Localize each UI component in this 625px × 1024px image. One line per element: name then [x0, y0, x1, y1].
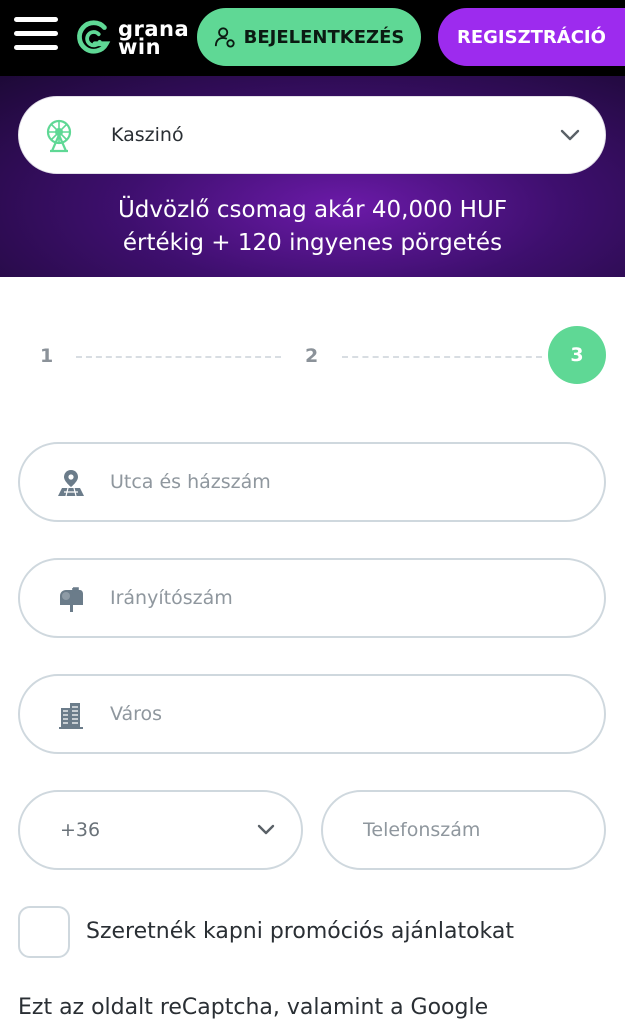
- city-field: [18, 674, 606, 754]
- promo-checkbox-label[interactable]: Szeretnék kapni promóciós ajánlatokat: [86, 919, 514, 944]
- building-icon: [59, 703, 83, 729]
- phone-prefix-value: +36: [60, 819, 101, 841]
- step-1: 1: [40, 345, 54, 367]
- ferris-wheel-icon: [46, 119, 72, 153]
- phone-prefix-dropdown[interactable]: +36: [18, 790, 303, 870]
- promo-checkbox[interactable]: [18, 906, 70, 958]
- recaptcha-notice: Ezt az oldalt reCaptcha, valamint a Goog…: [18, 995, 489, 1020]
- step-2: 2: [305, 345, 319, 367]
- logo[interactable]: grana win: [74, 14, 189, 62]
- top-bar: grana win BEJELENTKEZÉS REGISZTRÁCIÓ: [0, 0, 625, 76]
- hamburger-icon[interactable]: [14, 17, 58, 57]
- login-label: BEJELENTKEZÉS: [243, 26, 405, 48]
- step-connector-2: [342, 356, 542, 358]
- step-connector-1: [76, 356, 281, 358]
- hero-banner: Kaszinó Üdvözlő csomag akár 40,000 HUF é…: [0, 76, 625, 277]
- street-field: [18, 442, 606, 522]
- logo-mark-icon: [77, 20, 111, 54]
- phone-input[interactable]: [363, 810, 583, 850]
- map-pin-icon: [58, 470, 84, 497]
- category-selected-label: Kaszinó: [111, 124, 184, 146]
- chevron-down-icon: [560, 129, 580, 141]
- zip-field: [18, 558, 606, 638]
- user-icon: [214, 27, 235, 48]
- zip-input[interactable]: [110, 578, 580, 618]
- logo-text: grana win: [118, 19, 189, 58]
- registration-stepper: 1 2 3: [0, 326, 625, 384]
- login-button[interactable]: BEJELENTKEZÉS: [197, 8, 421, 66]
- step-3-active: 3: [548, 326, 606, 384]
- chevron-down-icon: [257, 824, 275, 835]
- category-dropdown[interactable]: Kaszinó: [18, 96, 606, 174]
- promo-line-1: Üdvözlő csomag akár 40,000 HUF: [117, 197, 508, 223]
- mailbox-icon: [60, 587, 83, 612]
- register-label: REGISZTRÁCIÓ: [457, 26, 606, 48]
- phone-field: [321, 790, 606, 870]
- street-input[interactable]: [110, 462, 580, 502]
- welcome-promo-text: Üdvözlő csomag akár 40,000 HUF értékig +…: [0, 194, 625, 260]
- city-input[interactable]: [110, 694, 580, 734]
- register-button[interactable]: REGISZTRÁCIÓ: [438, 8, 625, 66]
- promo-line-2: értékig + 120 ingyenes pörgetés: [122, 230, 503, 256]
